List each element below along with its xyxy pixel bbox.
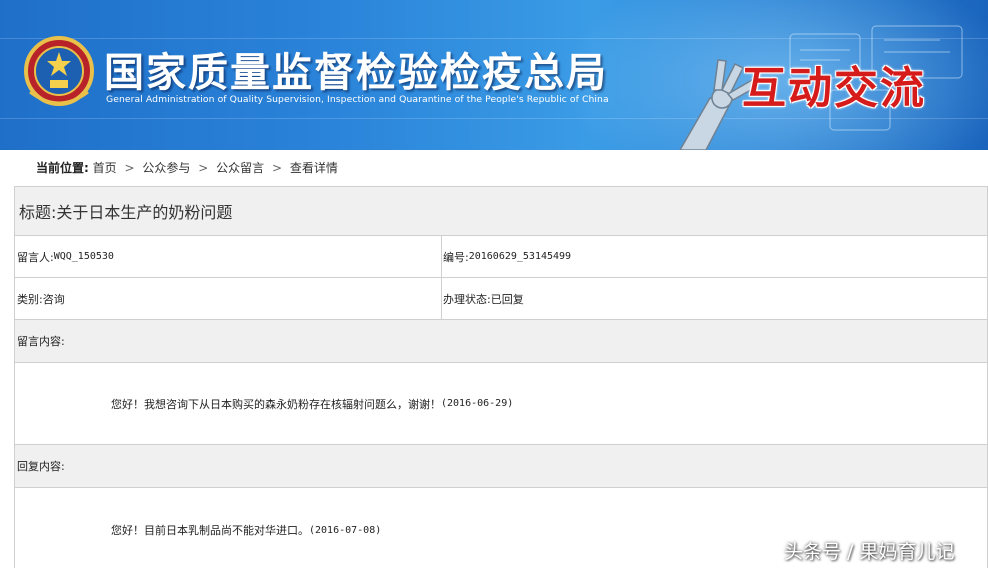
breadcrumb-lead: 当前位置: bbox=[36, 161, 89, 175]
category-value: 咨询 bbox=[42, 292, 65, 306]
status-value: 已回复 bbox=[490, 292, 524, 306]
reply-date: (2016-07-08) bbox=[309, 524, 382, 536]
watermark: 头条号 / 果妈育儿记 bbox=[784, 541, 955, 563]
category-label: 类别: bbox=[17, 292, 43, 306]
reply-content-label: 回复内容: bbox=[15, 445, 988, 487]
breadcrumb-home[interactable]: 首页 bbox=[93, 161, 117, 175]
number-value: 20160629_53145499 bbox=[468, 251, 572, 262]
breadcrumb-separator: > bbox=[124, 161, 135, 175]
message-content: 您好！我想咨询下从日本购买的森永奶粉存在核辐射问题么，谢谢！ (2016-06-… bbox=[15, 363, 988, 444]
emblem-icon bbox=[24, 36, 94, 106]
breadcrumb-public-messages[interactable]: 公众留言 bbox=[216, 161, 264, 175]
author-cell: 留言人: WQQ_150530 bbox=[15, 236, 442, 277]
message-date: (2016-06-29) bbox=[441, 398, 514, 409]
author-value: WQQ_150530 bbox=[53, 251, 114, 262]
reply-text: 您好！目前日本乳制品尚不能对华进口。 bbox=[111, 524, 309, 537]
agency-title: 国家质量监督检验检疫总局 bbox=[104, 50, 608, 96]
category-cell: 类别: 咨询 bbox=[15, 278, 442, 319]
breadcrumb-separator: > bbox=[198, 161, 209, 175]
agency-title-en: General Administration of Quality Superv… bbox=[106, 94, 609, 105]
number-cell: 编号: 20160629_53145499 bbox=[442, 236, 988, 277]
message-content-label: 留言内容: bbox=[15, 320, 988, 362]
breadcrumb-public-participation[interactable]: 公众参与 bbox=[142, 161, 190, 175]
message-subject: 标题:关于日本生产的奶粉问题 bbox=[15, 187, 988, 235]
section-title: 互动交流 bbox=[742, 63, 926, 114]
breadcrumb-separator: > bbox=[271, 161, 283, 175]
number-label: 编号: bbox=[443, 250, 469, 264]
header-banner: 国家质量监督检验检疫总局 General Administration of Q… bbox=[0, 0, 988, 150]
status-cell: 办理状态: 已回复 bbox=[442, 278, 988, 319]
message-text: 您好！我想咨询下从日本购买的森永奶粉存在核辐射问题么，谢谢！ bbox=[111, 397, 441, 411]
breadcrumb: 当前位置: 首页 > 公众参与 > 公众留言 > 查看详情 bbox=[0, 150, 988, 186]
breadcrumb-current: 查看详情 bbox=[289, 161, 338, 175]
status-label: 办理状态: bbox=[443, 292, 491, 306]
author-label: 留言人: bbox=[17, 250, 54, 264]
message-detail-table: 标题:关于日本生产的奶粉问题 留言人: WQQ_150530 编号: 20160… bbox=[14, 186, 988, 568]
